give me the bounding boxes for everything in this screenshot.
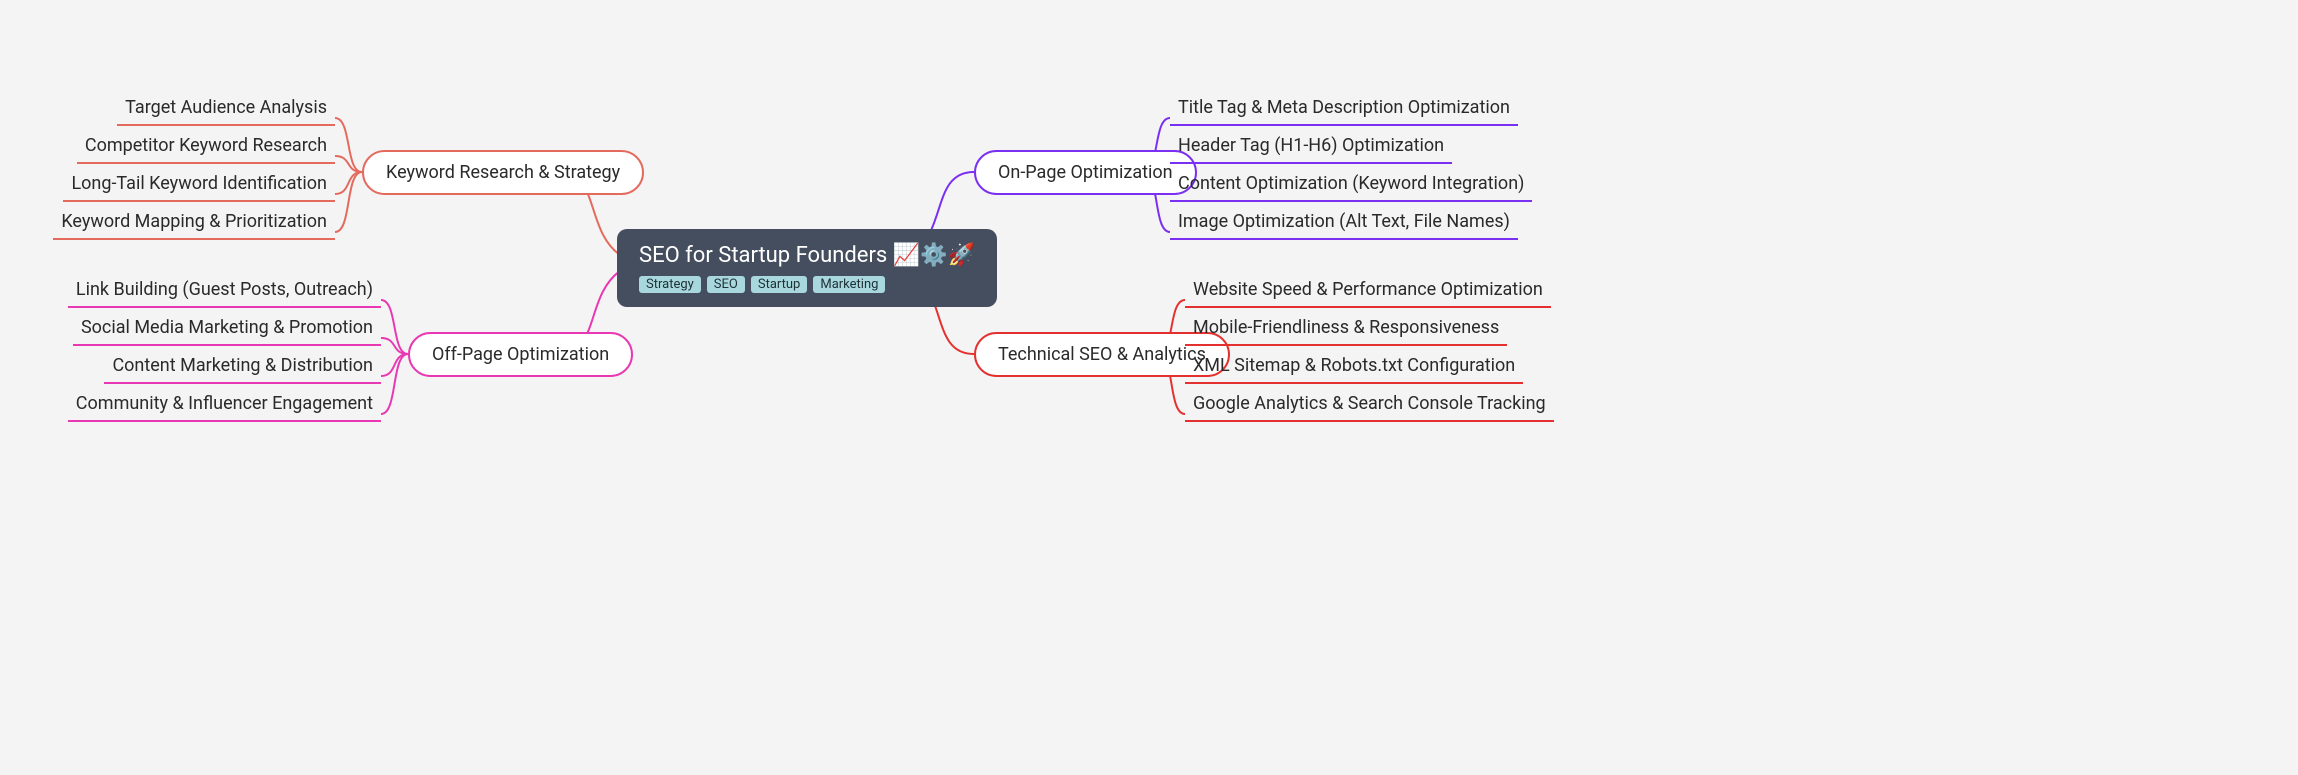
connector-lines [0,0,2298,775]
leaf-keyword-2[interactable]: Long-Tail Keyword Identification [63,169,335,202]
leaf-onpage-2[interactable]: Content Optimization (Keyword Integratio… [1170,169,1532,202]
tag-strategy[interactable]: Strategy [639,276,701,293]
root-node[interactable]: SEO for Startup Founders 📈⚙️🚀 Strategy S… [617,229,997,307]
branch-offpage[interactable]: Off-Page Optimization [408,332,633,377]
leaf-keyword-0[interactable]: Target Audience Analysis [117,93,335,126]
tag-seo[interactable]: SEO [707,276,745,293]
tag-marketing[interactable]: Marketing [813,276,885,293]
branch-keyword[interactable]: Keyword Research & Strategy [362,150,644,195]
root-title: SEO for Startup Founders 📈⚙️🚀 [639,243,975,268]
leaf-offpage-0[interactable]: Link Building (Guest Posts, Outreach) [68,275,381,308]
leaf-offpage-2[interactable]: Content Marketing & Distribution [104,351,381,384]
leaf-technical-0[interactable]: Website Speed & Performance Optimization [1185,275,1551,308]
leaf-technical-1[interactable]: Mobile-Friendliness & Responsiveness [1185,313,1507,346]
root-tags: Strategy SEO Startup Marketing [639,276,975,293]
branch-onpage[interactable]: On-Page Optimization [974,150,1197,195]
leaf-onpage-3[interactable]: Image Optimization (Alt Text, File Names… [1170,207,1518,240]
leaf-offpage-1[interactable]: Social Media Marketing & Promotion [73,313,381,346]
tag-startup[interactable]: Startup [751,276,808,293]
leaf-offpage-3[interactable]: Community & Influencer Engagement [68,389,381,422]
leaf-onpage-0[interactable]: Title Tag & Meta Description Optimizatio… [1170,93,1518,126]
leaf-keyword-1[interactable]: Competitor Keyword Research [77,131,335,164]
leaf-keyword-3[interactable]: Keyword Mapping & Prioritization [53,207,335,240]
leaf-technical-2[interactable]: XML Sitemap & Robots.txt Configuration [1185,351,1523,384]
leaf-onpage-1[interactable]: Header Tag (H1-H6) Optimization [1170,131,1452,164]
leaf-technical-3[interactable]: Google Analytics & Search Console Tracki… [1185,389,1554,422]
